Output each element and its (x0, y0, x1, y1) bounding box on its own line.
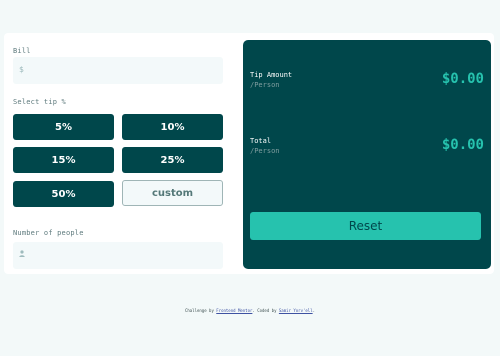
bill-label: Bill (13, 47, 31, 55)
people-label: Number of people (13, 229, 84, 237)
attribution: Challenge by Frontend Mentor. Coded by S… (0, 308, 500, 313)
attribution-suffix: . (312, 308, 316, 313)
tip-button-10[interactable]: 10% (122, 114, 223, 140)
tip-button-15[interactable]: 15% (13, 147, 114, 173)
attribution-prefix: Challenge by (184, 308, 217, 313)
calculator-card: Bill $ Select tip % 5% 10% 15% 25% 50% c… (4, 33, 494, 274)
bill-input[interactable]: $ (13, 57, 223, 84)
total-subtitle: /Person (250, 147, 280, 155)
tip-amount-value: $0.00 (441, 71, 484, 87)
reset-button[interactable]: Reset (250, 212, 481, 240)
author-link[interactable]: Samir Yorv'ell (279, 308, 313, 313)
person-icon (19, 250, 25, 259)
dollar-icon: $ (19, 65, 24, 74)
people-input[interactable] (13, 242, 223, 269)
total-title: Total (250, 137, 272, 145)
frontend-mentor-link[interactable]: Frontend Mentor (216, 308, 252, 313)
tip-button-5[interactable]: 5% (13, 114, 114, 140)
input-panel: Bill $ Select tip % 5% 10% 15% 25% 50% c… (13, 33, 226, 274)
select-tip-label: Select tip % (13, 98, 66, 106)
tip-button-50[interactable]: 50% (13, 181, 114, 207)
attribution-middle: . Coded by (252, 308, 279, 313)
summary-panel: Tip Amount /Person $0.00 Total /Person $… (243, 40, 491, 269)
tip-button-25[interactable]: 25% (122, 147, 223, 173)
total-value: $0.00 (441, 137, 484, 153)
tip-amount-subtitle: /Person (250, 81, 280, 89)
tip-amount-title: Tip Amount (250, 71, 293, 79)
custom-tip-input[interactable]: custom (122, 180, 223, 206)
